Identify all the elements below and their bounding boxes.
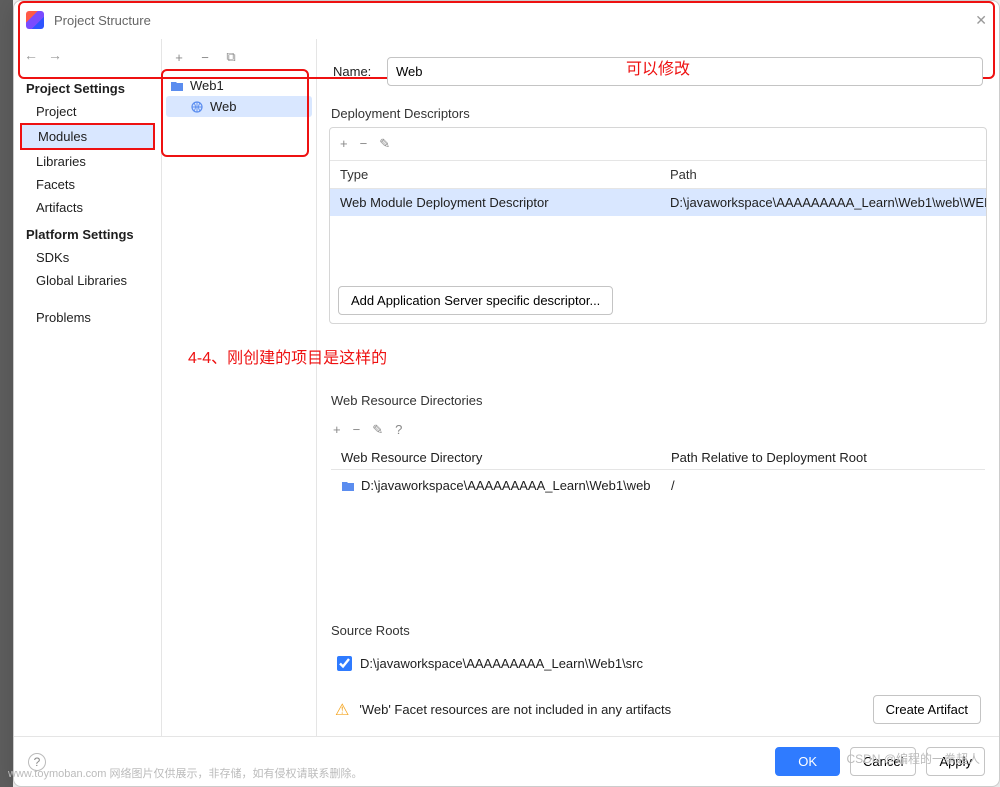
nav-sdks[interactable]: SDKs [14,246,161,269]
add-descriptor-button[interactable]: Add Application Server specific descript… [338,286,613,315]
tree-toolbar: + − ⧉ [162,39,316,73]
source-root-path: D:\javaworkspace\AAAAAAAAA_Learn\Web1\sr… [360,656,643,671]
nav-modules[interactable]: Modules [20,123,155,150]
wrd-heading: Web Resource Directories [329,387,987,414]
module-tree-panel: + − ⧉ Web1 Web [162,39,317,736]
project-structure-dialog: Project Structure ✕ ← → Project Settings… [13,0,1000,787]
add-icon[interactable]: + [333,422,341,438]
module-icon [170,80,184,92]
deployment-panel: + − ✎ Type Path Web Module Deployment De… [329,127,987,324]
nav-facets[interactable]: Facets [14,173,161,196]
add-icon[interactable]: + [172,50,186,65]
ok-button[interactable]: OK [775,747,840,776]
nav-problems[interactable]: Problems [14,306,161,329]
table-row[interactable]: D:\javaworkspace\AAAAAAAAA_Learn\Web1\we… [331,470,985,501]
intellij-logo-icon [26,11,44,29]
name-label: Name: [333,64,377,79]
remove-icon[interactable]: − [353,422,361,438]
tree-label: Web1 [190,78,224,93]
close-icon[interactable]: ✕ [975,12,987,29]
folder-icon [341,480,355,492]
titlebar: Project Structure ✕ [14,1,999,39]
back-icon[interactable]: ← [24,47,38,63]
help-icon[interactable]: ? [395,422,402,438]
section-project-settings: Project Settings [14,73,161,100]
tree-node-web[interactable]: Web [166,96,312,117]
watermark-toymoban: www.toymoban.com 网络图片仅供展示，非存储，如有侵权请联系删除。 [8,765,362,781]
col-type: Type [330,161,660,188]
watermark-csdn: CSDN @编程的一拳超人 [846,750,980,767]
left-nav: ← → Project Settings Project Modules Lib… [14,39,162,736]
annotation-mid: 4-4、刚创建的项目是这样的 [188,344,387,368]
tree-node-web1[interactable]: Web1 [166,75,312,96]
nav-global-libraries[interactable]: Global Libraries [14,269,161,292]
cell-rel: / [661,474,985,497]
edit-icon[interactable]: ✎ [379,136,390,152]
warning-bar: ⚠ 'Web' Facet resources are not included… [329,683,987,736]
src-heading: Source Roots [329,617,987,644]
remove-icon[interactable]: − [360,136,368,152]
col-path: Path [660,161,986,188]
background-edge [0,0,13,787]
nav-artifacts[interactable]: Artifacts [14,196,161,219]
copy-icon[interactable]: ⧉ [224,49,238,65]
col-rel: Path Relative to Deployment Root [661,446,985,469]
create-artifact-button[interactable]: Create Artifact [873,695,981,724]
section-platform-settings: Platform Settings [14,219,161,246]
add-icon[interactable]: + [340,136,348,152]
name-input[interactable] [387,57,983,86]
name-row: 可以修改 Name: [329,47,987,100]
warning-icon: ⚠ [335,700,349,720]
cell-type: Web Module Deployment Descriptor [330,189,660,216]
nav-libraries[interactable]: Libraries [14,150,161,173]
tree-label: Web [210,99,237,114]
source-roots-panel: D:\javaworkspace\AAAAAAAAA_Learn\Web1\sr… [329,644,987,683]
warning-text: 'Web' Facet resources are not included i… [359,702,671,717]
col-dir: Web Resource Directory [331,446,661,469]
nav-project[interactable]: Project [14,100,161,123]
deployment-heading: Deployment Descriptors [329,100,987,127]
deploy-table-header: Type Path [330,161,986,189]
wrd-panel: + − ✎ ? Web Resource Directory Path Rela… [329,414,987,617]
web-facet-icon [190,101,204,113]
cell-dir: D:\javaworkspace\AAAAAAAAA_Learn\Web1\we… [361,478,651,493]
remove-icon[interactable]: − [198,50,212,65]
source-root-row[interactable]: D:\javaworkspace\AAAAAAAAA_Learn\Web1\sr… [331,648,985,679]
facet-editor: 可以修改 Name: Deployment Descriptors + − ✎ … [317,39,999,736]
table-row[interactable]: Web Module Deployment Descriptor D:\java… [330,189,986,216]
edit-icon[interactable]: ✎ [372,422,383,438]
window-title: Project Structure [54,13,151,28]
forward-icon[interactable]: → [48,47,62,63]
cell-path: D:\javaworkspace\AAAAAAAAA_Learn\Web1\we… [660,189,986,216]
nav-history: ← → [14,41,161,73]
source-root-checkbox[interactable] [337,656,352,671]
